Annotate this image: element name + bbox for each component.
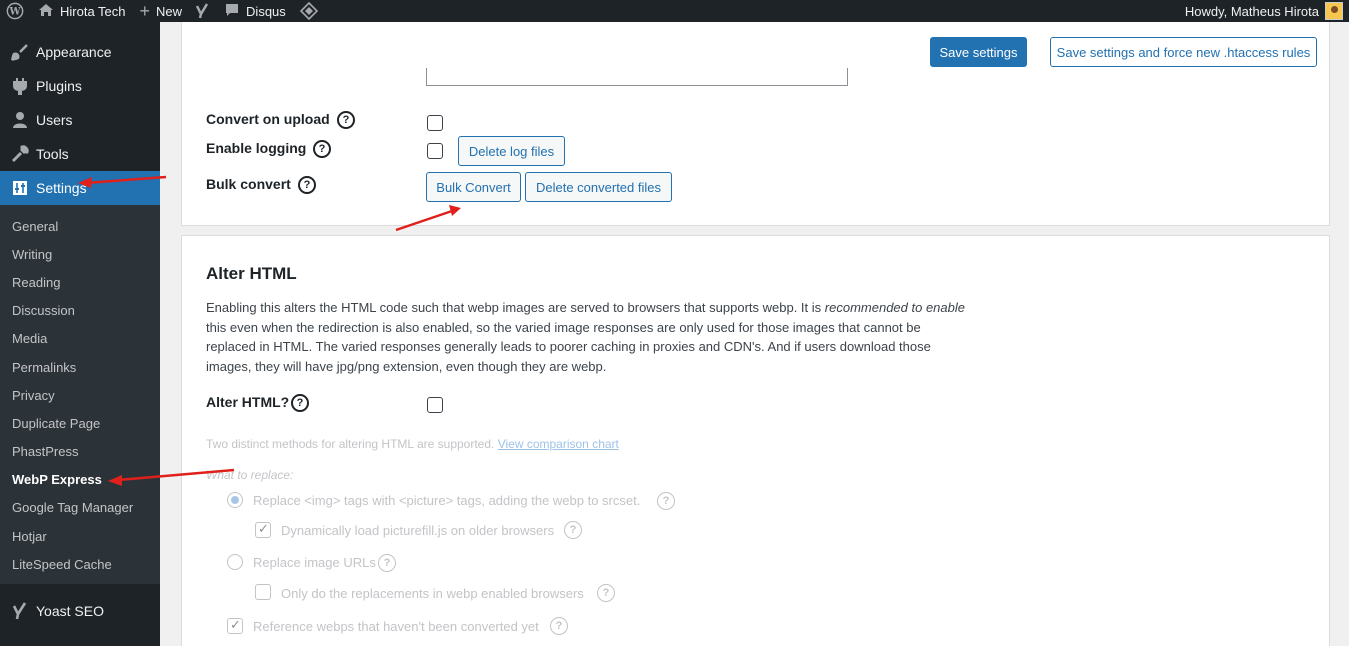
yoast-adminbar-icon[interactable] xyxy=(189,0,217,22)
reference-webps-label: Reference webps that haven't been conver… xyxy=(253,619,539,634)
disqus-label: Disqus xyxy=(246,3,286,19)
menu-settings[interactable]: Settings xyxy=(0,171,160,205)
replace-urls-label: Replace image URLs xyxy=(253,555,376,570)
save-settings-button[interactable]: Save settings xyxy=(930,37,1027,67)
paintbrush-icon xyxy=(10,42,30,62)
comment-icon xyxy=(224,3,240,20)
only-enabled-label: Only do the replacements in webp enabled… xyxy=(281,586,584,601)
menu-label: Tools xyxy=(36,146,69,162)
methods-text: Two distinct methods for altering HTML a… xyxy=(206,437,619,451)
submenu-item-privacy[interactable]: Privacy xyxy=(0,381,160,409)
submenu-item-duplicate-page[interactable]: Duplicate Page xyxy=(0,409,160,437)
menu-label: Settings xyxy=(36,180,87,196)
what-to-replace-label: What to replace: xyxy=(206,468,294,482)
submenu-item-general[interactable]: General xyxy=(0,212,160,240)
users-icon xyxy=(10,110,30,130)
my-account-link[interactable]: Howdy, Matheus Hirota xyxy=(1178,0,1349,22)
admin-sidebar: Appearance Plugins Users Tools Settings … xyxy=(0,22,160,646)
menu-label: Plugins xyxy=(36,78,82,94)
help-icon[interactable]: ? xyxy=(298,176,316,194)
yoast-icon xyxy=(10,601,30,621)
help-icon[interactable]: ? xyxy=(657,492,675,510)
help-icon[interactable]: ? xyxy=(564,521,582,539)
new-label: New xyxy=(156,3,183,19)
convert-on-upload-label: Convert on upload xyxy=(206,111,330,127)
picturefill-label: Dynamically load picturefill.js on older… xyxy=(281,523,555,538)
help-icon[interactable]: ? xyxy=(597,584,615,602)
submenu-item-permalinks[interactable]: Permalinks xyxy=(0,353,160,381)
submenu-item-hotjar[interactable]: Hotjar xyxy=(0,522,160,550)
admin-bar: W Hirota Tech + New Disqus Howdy, Matheu… xyxy=(0,0,1349,22)
menu-label: Users xyxy=(36,112,73,128)
alter-html-panel: Alter HTML Enabling this alters the HTML… xyxy=(181,235,1330,646)
replace-picture-radio[interactable] xyxy=(227,492,243,508)
help-icon[interactable]: ? xyxy=(337,111,355,129)
menu-label: Appearance xyxy=(36,44,112,60)
truncated-field xyxy=(426,68,848,86)
reference-webps-checkbox[interactable] xyxy=(227,617,243,634)
submenu-item-discussion[interactable]: Discussion xyxy=(0,297,160,325)
alter-html-description: Enabling this alters the HTML code such … xyxy=(206,298,966,376)
disqus-link[interactable]: Disqus xyxy=(217,0,293,22)
alter-html-label: Alter HTML? xyxy=(206,394,290,410)
desc-text: Enabling this alters the HTML code such … xyxy=(206,300,825,315)
plugin-icon xyxy=(10,76,30,96)
howdy-text: Howdy, Matheus Hirota xyxy=(1184,3,1319,19)
avatar xyxy=(1325,2,1343,20)
replace-picture-label: Replace <img> tags with <picture> tags, … xyxy=(253,493,641,508)
help-icon[interactable]: ? xyxy=(378,554,396,572)
help-icon[interactable]: ? xyxy=(313,140,331,158)
help-icon[interactable]: ? xyxy=(550,617,568,635)
alter-html-checkbox[interactable] xyxy=(427,397,443,413)
settings-icon xyxy=(10,178,30,198)
view-comparison-chart-link[interactable]: View comparison chart xyxy=(498,437,619,451)
help-icon[interactable]: ? xyxy=(291,394,309,412)
conversion-options-panel: Save settings Save settings and force ne… xyxy=(181,22,1330,226)
wordpress-logo-icon[interactable]: W xyxy=(0,0,31,22)
desc-text: this even when the redirection is also e… xyxy=(206,319,931,374)
desc-emphasis: recommended to enable xyxy=(824,300,965,315)
site-name: Hirota Tech xyxy=(60,3,126,19)
menu-plugins[interactable]: Plugins xyxy=(0,69,160,103)
bulk-convert-button[interactable]: Bulk Convert xyxy=(426,172,521,202)
enable-logging-checkbox[interactable] xyxy=(427,143,443,159)
menu-users[interactable]: Users xyxy=(0,103,160,137)
methods-label: Two distinct methods for altering HTML a… xyxy=(206,437,495,451)
menu-yoast-seo[interactable]: Yoast SEO xyxy=(0,594,160,628)
new-content-link[interactable]: + New xyxy=(133,0,190,22)
home-icon xyxy=(38,3,54,20)
diamond-plugin-icon[interactable] xyxy=(293,0,325,22)
settings-submenu: General Writing Reading Discussion Media Perm… xyxy=(0,205,160,585)
section-title: Alter HTML xyxy=(206,264,297,283)
submenu-item-google-tag-manager[interactable]: Google Tag Manager xyxy=(0,494,160,522)
enable-logging-label: Enable logging xyxy=(206,140,307,156)
menu-tools[interactable]: Tools xyxy=(0,137,160,171)
bulk-convert-label: Bulk convert xyxy=(206,176,291,192)
submenu-item-litespeed-cache[interactable]: LiteSpeed Cache xyxy=(0,550,160,578)
only-enabled-checkbox[interactable] xyxy=(255,584,271,600)
submenu-item-reading[interactable]: Reading xyxy=(0,268,160,296)
menu-label: Yoast SEO xyxy=(36,603,104,620)
submenu-item-phastpress[interactable]: PhastPress xyxy=(0,438,160,466)
submenu-item-media[interactable]: Media xyxy=(0,325,160,353)
submenu-item-writing[interactable]: Writing xyxy=(0,240,160,268)
submenu-item-webp-express[interactable]: WebP Express xyxy=(0,466,160,494)
wrench-icon xyxy=(10,144,30,164)
main-content: Save settings Save settings and force ne… xyxy=(160,22,1349,646)
site-name-link[interactable]: Hirota Tech xyxy=(31,0,133,22)
save-force-htaccess-button[interactable]: Save settings and force new .htaccess ru… xyxy=(1050,37,1317,67)
menu-appearance[interactable]: Appearance xyxy=(0,35,160,69)
plus-icon: + xyxy=(139,0,151,21)
replace-urls-radio[interactable] xyxy=(227,554,243,570)
convert-on-upload-checkbox[interactable] xyxy=(427,115,443,131)
delete-converted-files-button[interactable]: Delete converted files xyxy=(525,172,672,202)
delete-log-files-button[interactable]: Delete log files xyxy=(458,136,565,166)
picturefill-checkbox[interactable] xyxy=(255,521,271,538)
svg-text:W: W xyxy=(8,7,21,18)
